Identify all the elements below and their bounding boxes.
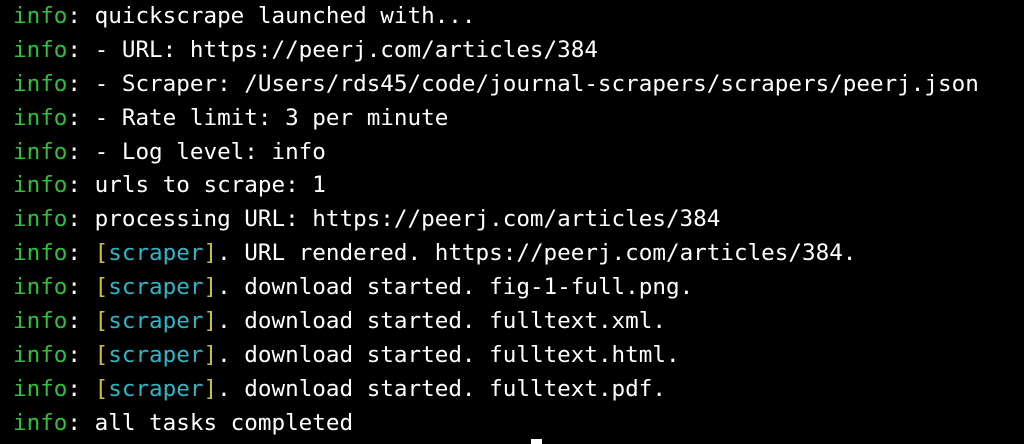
log-line: info: [scraper]. URL rendered. https://p…: [13, 237, 1024, 271]
log-message: - URL: https://peerj.com/articles/384: [94, 36, 598, 63]
log-line: info: - URL: https://peerj.com/articles/…: [13, 34, 1024, 68]
log-level: info: [13, 3, 68, 29]
log-level: info: [13, 70, 68, 97]
log-separator: :: [67, 341, 95, 368]
log-line: info: [scraper]. download started. fullt…: [13, 305, 1024, 339]
tag-open-bracket: [: [94, 274, 109, 301]
tag-open-bracket: [: [94, 341, 109, 368]
log-message: urls to scrape: 1: [94, 172, 326, 199]
log-separator: :: [67, 274, 95, 301]
log-message: all tasks completed: [94, 409, 354, 436]
tag-open-bracket: [: [94, 240, 109, 267]
log-separator: :: [67, 375, 95, 402]
log-separator: :: [67, 409, 95, 436]
log-line: info: - Log level: info: [13, 136, 1024, 170]
log-tag: scraper: [108, 375, 204, 402]
log-separator: :: [67, 36, 95, 63]
log-line: info: [scraper]. download started. fig-1…: [13, 271, 1024, 305]
log-line: info: - Scraper: /Users/rds45/code/journ…: [13, 68, 1024, 102]
log-message: . URL rendered. https://peerj.com/articl…: [217, 240, 857, 267]
log-separator: :: [67, 206, 95, 233]
log-separator: :: [67, 240, 95, 267]
log-separator: :: [67, 308, 95, 335]
log-level: info: [13, 172, 68, 199]
log-level: info: [13, 341, 68, 368]
log-message: - Rate limit: 3 per minute: [94, 104, 449, 131]
log-level: info: [13, 308, 68, 335]
log-line: info: all tasks completed: [13, 407, 1024, 441]
log-message: . download started. fulltext.html.: [217, 341, 680, 368]
tag-open-bracket: [: [94, 308, 109, 335]
log-line: info: processing URL: https://peerj.com/…: [13, 203, 1024, 237]
tag-close-bracket: ]: [203, 341, 218, 368]
log-level: info: [13, 104, 68, 131]
log-separator: :: [67, 104, 95, 131]
log-line: info: urls to scrape: 1: [13, 169, 1024, 203]
log-tag: scraper: [108, 240, 204, 267]
log-separator: :: [67, 3, 95, 29]
log-message: . download started. fulltext.pdf.: [217, 375, 666, 402]
tag-close-bracket: ]: [203, 240, 218, 267]
tag-close-bracket: ]: [203, 308, 218, 335]
log-level: info: [13, 206, 68, 233]
log-message: quickscrape launched with...: [94, 3, 476, 29]
log-tag: scraper: [108, 308, 204, 335]
log-level: info: [13, 375, 68, 402]
log-line: info: [scraper]. download started. fullt…: [13, 373, 1024, 407]
terminal-output[interactable]: info: quickscrape launched with... info:…: [0, 0, 1024, 444]
log-message: - Scraper: /Users/rds45/code/journal-scr…: [94, 70, 979, 97]
log-level: info: [13, 274, 68, 301]
log-tag: scraper: [108, 274, 204, 301]
tag-close-bracket: ]: [203, 274, 218, 301]
log-message: . download started. fulltext.xml.: [217, 308, 666, 335]
log-level: info: [13, 36, 68, 63]
log-message: - Log level: info: [94, 138, 326, 165]
log-message: . download started. fig-1-full.png.: [217, 274, 694, 301]
log-separator: :: [67, 172, 95, 199]
log-separator: :: [67, 70, 95, 97]
log-message: processing URL: https://peerj.com/articl…: [94, 206, 721, 233]
log-level: info: [13, 240, 68, 267]
log-line: info: [scraper]. download started. fullt…: [13, 339, 1024, 373]
log-separator: :: [67, 138, 95, 165]
tag-close-bracket: ]: [203, 375, 218, 402]
tag-open-bracket: [: [94, 375, 109, 402]
text-cursor: [531, 439, 542, 444]
log-line: info: - Rate limit: 3 per minute: [13, 102, 1024, 136]
log-tag: scraper: [108, 341, 204, 368]
log-line: info: quickscrape launched with...: [13, 0, 1024, 34]
log-level: info: [13, 138, 68, 165]
log-level: info: [13, 409, 68, 436]
